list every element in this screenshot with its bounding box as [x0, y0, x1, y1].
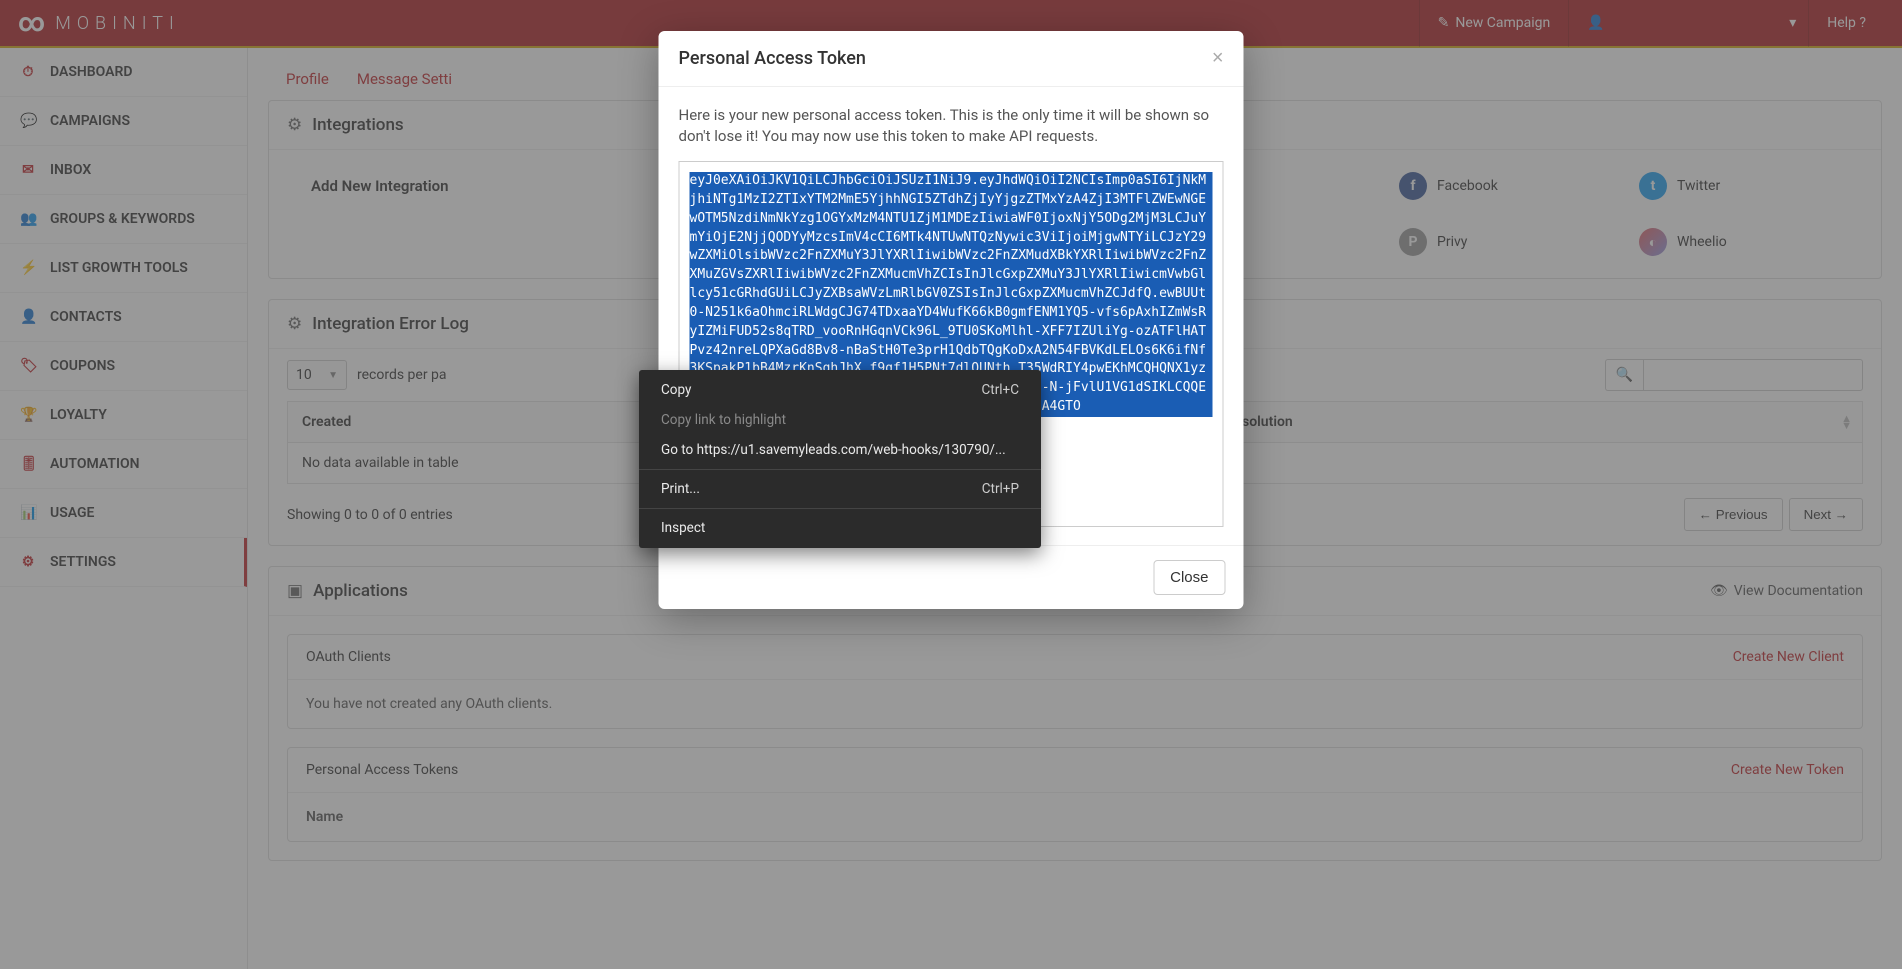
ctx-separator	[639, 469, 1041, 470]
ctx-inspect[interactable]: Inspect	[639, 513, 1041, 543]
modal-title: Personal Access Token	[679, 48, 866, 69]
context-menu: CopyCtrl+C Copy link to highlight Go to …	[639, 370, 1041, 548]
modal-message: Here is your new personal access token. …	[679, 105, 1224, 147]
ctx-copy[interactable]: CopyCtrl+C	[639, 375, 1041, 405]
modal-close-x[interactable]: ×	[1212, 47, 1224, 70]
close-button[interactable]: Close	[1153, 560, 1225, 595]
ctx-goto-url[interactable]: Go to https://u1.savemyleads.com/web-hoo…	[639, 435, 1041, 465]
ctx-copy-link-highlight[interactable]: Copy link to highlight	[639, 405, 1041, 435]
ctx-print[interactable]: Print...Ctrl+P	[639, 474, 1041, 504]
ctx-separator	[639, 508, 1041, 509]
